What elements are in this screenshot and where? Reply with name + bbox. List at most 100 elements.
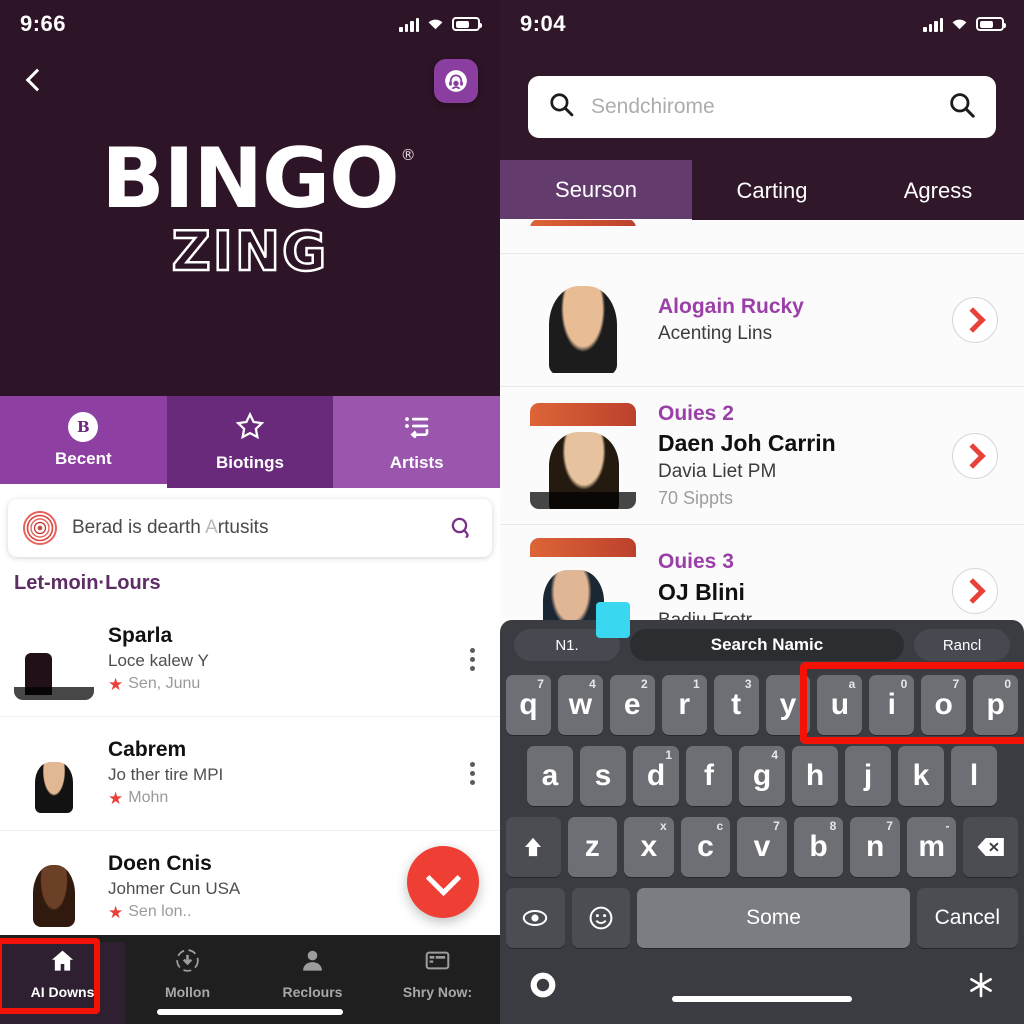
- scroll-down-fab[interactable]: [407, 846, 479, 918]
- headphones-icon[interactable]: [434, 59, 478, 103]
- chevron-left-icon[interactable]: [22, 68, 48, 94]
- nav-label: Shry Now:: [402, 984, 473, 1000]
- item-meta: 70 Sippts: [658, 487, 734, 508]
- item-kicker: Ouies 3: [658, 550, 734, 574]
- cancel-key[interactable]: Cancel: [916, 888, 1018, 948]
- emoji-icon[interactable]: [571, 888, 631, 948]
- tab-seurson[interactable]: Seurson: [500, 160, 692, 222]
- tab-biotings[interactable]: Biotings: [166, 396, 334, 488]
- search-voice-icon[interactable]: [448, 515, 474, 541]
- nav-item-shry-now[interactable]: Shry Now:: [375, 942, 500, 1024]
- key-a[interactable]: a: [527, 746, 573, 806]
- item-meta: ★ Mohn: [108, 787, 444, 811]
- list-item[interactable]: Sparla Loce kalew Y ★ Sen, Junu: [0, 603, 500, 717]
- key-r[interactable]: 1r: [661, 675, 707, 735]
- key-d[interactable]: 1d: [633, 746, 679, 806]
- list-item[interactable]: Ouies 2 Daen Joh Carrin Davia Liet PM 70…: [500, 387, 1024, 526]
- suggestion-right[interactable]: Rancl: [914, 629, 1010, 661]
- suggestion-center[interactable]: Search Namic: [630, 629, 904, 661]
- avatar: [14, 620, 94, 700]
- key-m[interactable]: -m: [906, 817, 957, 877]
- tab-becent[interactable]: B Becent: [0, 396, 167, 488]
- item-subtitle: Johmer Cun USA: [108, 878, 241, 898]
- search-input[interactable]: Sendchirome: [528, 76, 996, 138]
- key-s[interactable]: s: [580, 746, 626, 806]
- item-subtitle: Davia Liet PM: [658, 461, 777, 483]
- section-title: Let-moin·Lours: [14, 572, 161, 594]
- key-x[interactable]: xx: [624, 817, 674, 877]
- search-icon[interactable]: [948, 91, 976, 124]
- star-icon: ★: [108, 674, 124, 694]
- key-z[interactable]: z: [567, 817, 618, 877]
- key-p[interactable]: 0p: [973, 675, 1019, 735]
- nav-label: Mollon: [164, 984, 211, 1000]
- tab-label: Artists: [389, 453, 444, 472]
- chevron-right-icon[interactable]: [952, 568, 998, 615]
- globe-icon[interactable]: [506, 888, 565, 948]
- key-v[interactable]: 7v: [737, 817, 787, 877]
- key-l[interactable]: l: [951, 746, 997, 806]
- item-subtitle: Jo ther tire MPI: [108, 764, 224, 784]
- list-item[interactable]: Cabrem Jo ther tire MPI ★ Mohn: [0, 717, 500, 831]
- key-f[interactable]: f: [686, 746, 732, 806]
- item-title: Sparla: [108, 623, 173, 647]
- keyboard-row-2: a s 1d f 4g h j k l: [500, 746, 1024, 806]
- key-e[interactable]: 2e: [609, 675, 655, 735]
- keyboard-row-1: 7q 4w 2e 1r 3t y au 0i 7o 0p: [500, 675, 1024, 735]
- item-subtitle: Acenting Lins: [658, 322, 773, 344]
- key-w[interactable]: 4w: [557, 675, 603, 735]
- key-y[interactable]: y: [765, 675, 811, 735]
- key-c[interactable]: cc: [680, 817, 731, 877]
- tab-label: Biotings: [216, 453, 284, 472]
- right-list: Alogain Rucky Acenting Lins Ouies 2 Daen…: [500, 220, 1024, 659]
- backspace-icon[interactable]: [963, 817, 1018, 877]
- item-subtitle: Loce kalew Y: [108, 650, 209, 670]
- hero-tab-strip: B Becent Biotings Artists: [0, 396, 500, 488]
- key-t[interactable]: 3t: [713, 675, 759, 735]
- keyboard-row-3: z xx cc 7v 8b 7n -m: [500, 817, 1024, 877]
- search-input[interactable]: Berad is dearth Artusits: [8, 499, 492, 557]
- kebab-menu-icon[interactable]: [458, 762, 486, 785]
- key-n[interactable]: 7n: [850, 817, 900, 877]
- dual-phone-screenshot: 9:66 BINGO ® ZING B Becent Biotings Arti…: [0, 0, 1024, 1024]
- key-u[interactable]: au: [817, 675, 863, 735]
- key-o[interactable]: 7o: [921, 675, 967, 735]
- hero-banner: 9:66 BINGO ® ZING: [0, 0, 500, 396]
- keyboard-row-4: Some Cancel: [500, 888, 1024, 948]
- signal-icon: [399, 17, 419, 32]
- nav-label: Reclours: [282, 984, 343, 1000]
- shift-arrow-icon[interactable]: [506, 817, 561, 877]
- key-q[interactable]: 7q: [506, 675, 551, 735]
- tab-carting[interactable]: Carting: [692, 160, 852, 222]
- tab-artists[interactable]: Artists: [333, 396, 500, 488]
- person-icon: [299, 947, 326, 979]
- space-key[interactable]: Some: [637, 888, 910, 948]
- b-badge-icon: B: [68, 411, 99, 442]
- battery-icon: [452, 17, 482, 31]
- avatar: [530, 220, 636, 253]
- key-i[interactable]: 0i: [869, 675, 915, 735]
- nav-label: AI Downs: [30, 984, 95, 1000]
- keyboard-bottom-row: [500, 948, 1024, 1012]
- nav-item-ai-downs[interactable]: AI Downs: [0, 942, 125, 1024]
- key-h[interactable]: h: [792, 746, 838, 806]
- kebab-menu-icon[interactable]: [458, 648, 486, 671]
- card-icon: [424, 947, 451, 979]
- record-circle-icon[interactable]: [528, 970, 558, 1005]
- list-item[interactable]: Alogain Rucky Acenting Lins: [500, 254, 1024, 387]
- key-b[interactable]: 8b: [793, 817, 844, 877]
- tab-agress[interactable]: Agress: [852, 160, 1024, 222]
- wifi-icon: [426, 17, 445, 31]
- wifi-icon: [950, 17, 969, 31]
- status-bar-right: 9:04: [500, 0, 1024, 48]
- item-kicker: Alogain Rucky: [658, 294, 804, 318]
- key-j[interactable]: j: [845, 746, 891, 806]
- status-icon-group: [399, 17, 482, 32]
- right-header: 9:04 Sendchirome Seurson Carting Agress: [500, 0, 1024, 222]
- chevron-right-icon[interactable]: [952, 297, 998, 343]
- chevron-right-icon[interactable]: [952, 432, 998, 479]
- key-k[interactable]: k: [898, 746, 944, 806]
- asterisk-icon[interactable]: [966, 970, 996, 1005]
- key-g[interactable]: 4g: [739, 746, 785, 806]
- list-item[interactable]: [500, 220, 1024, 254]
